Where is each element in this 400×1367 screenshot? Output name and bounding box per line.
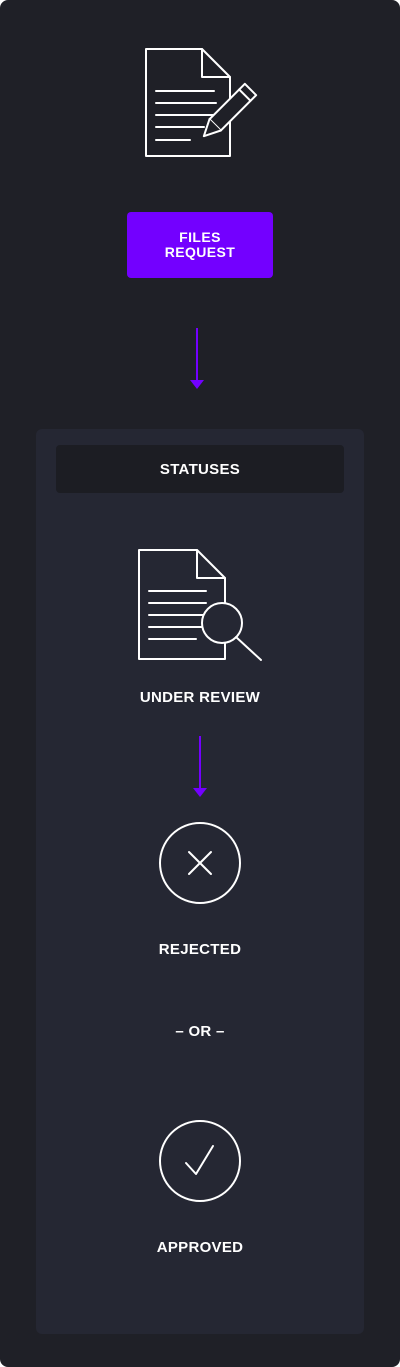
arrow-down-icon	[188, 328, 206, 390]
check-circle-icon	[158, 1119, 242, 1203]
or-separator: – OR –	[175, 1023, 225, 1040]
status-under-review: UNDER REVIEW	[139, 689, 261, 706]
workflow-card: FILES REQUEST STATUSES UNDER REVIEW REJE…	[0, 0, 400, 1367]
files-request-label-line1: FILES	[179, 229, 221, 245]
files-request-label-line2: REQUEST	[164, 244, 236, 260]
close-circle-icon	[158, 821, 242, 905]
document-search-icon	[136, 547, 266, 665]
arrow-down-icon	[191, 736, 209, 798]
statuses-header: STATUSES	[56, 445, 344, 493]
document-edit-icon	[140, 45, 260, 160]
files-request-button[interactable]: FILES REQUEST	[127, 212, 273, 278]
status-approved: APPROVED	[156, 1239, 244, 1256]
status-rejected: REJECTED	[158, 941, 242, 958]
